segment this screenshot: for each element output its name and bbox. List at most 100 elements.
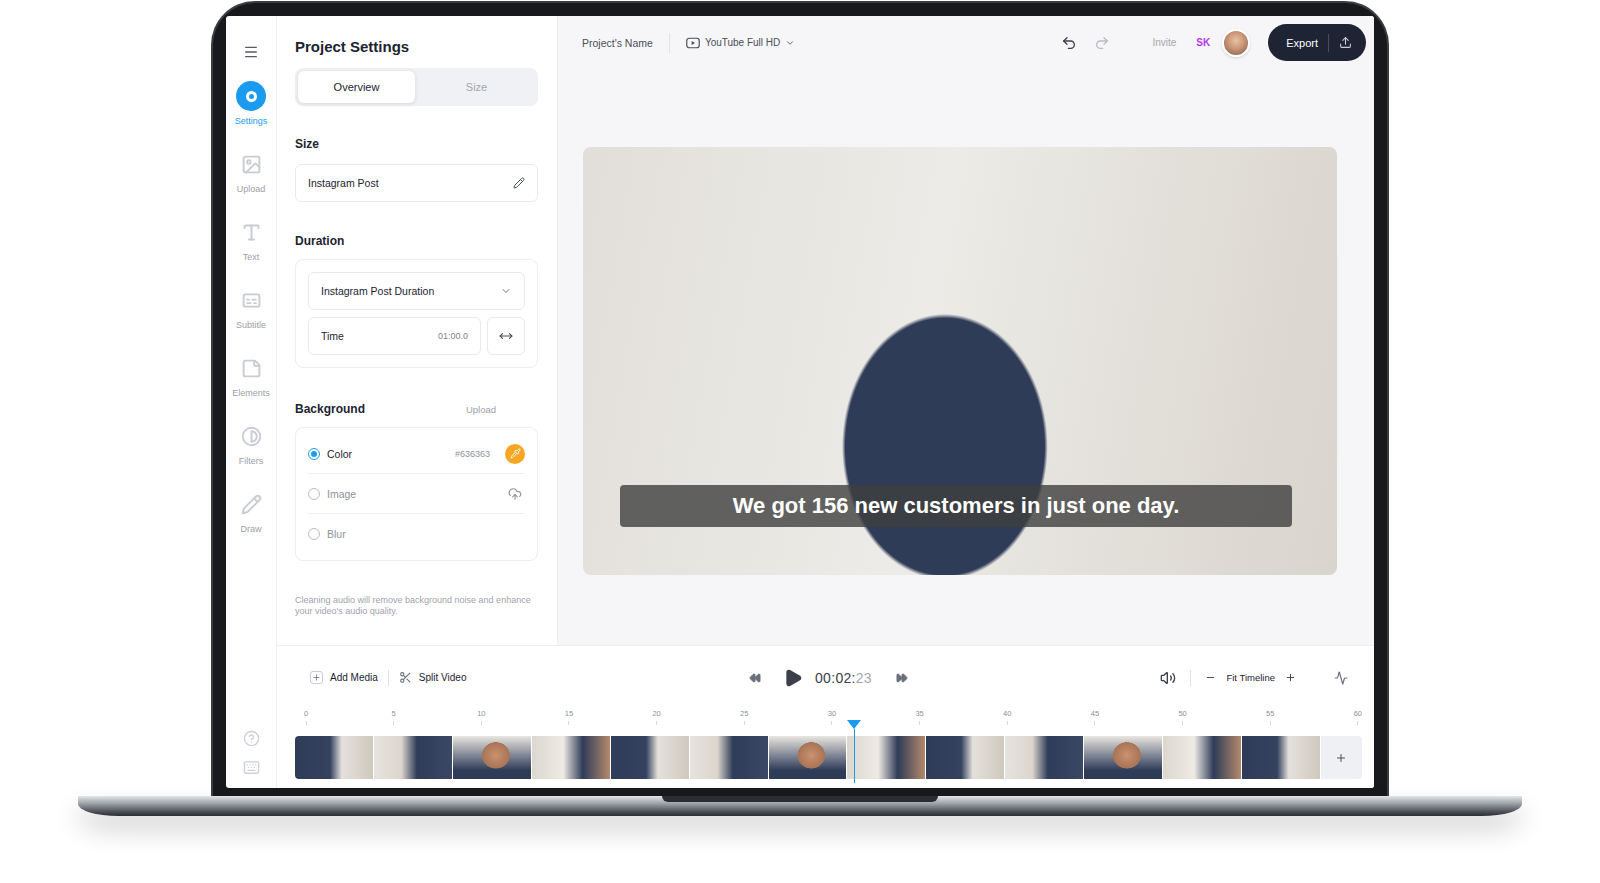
- clip-thumbnail[interactable]: [1163, 736, 1242, 779]
- play-button[interactable]: [783, 668, 803, 688]
- rewind-button[interactable]: [749, 672, 761, 684]
- time-field[interactable]: Time01:00.0: [308, 317, 481, 355]
- sidebar-item[interactable]: Upload: [226, 149, 276, 195]
- keyboard-icon[interactable]: [243, 759, 260, 776]
- project-name[interactable]: Project's Name: [582, 37, 653, 49]
- minus-icon[interactable]: [1205, 672, 1216, 683]
- upload-icon[interactable]: [241, 154, 262, 175]
- plus-icon[interactable]: [1335, 752, 1347, 764]
- settings-tab[interactable]: Size: [418, 71, 535, 103]
- clip-thumbnail[interactable]: [769, 736, 848, 779]
- clip-thumbnail[interactable]: [611, 736, 690, 779]
- split-video-button[interactable]: Split Video: [399, 671, 467, 684]
- sidebar-item[interactable]: Draw: [226, 489, 276, 535]
- fast-forward-icon[interactable]: [896, 672, 908, 684]
- clip-thumbnail[interactable]: [532, 736, 611, 779]
- settings-tab[interactable]: Overview: [298, 71, 415, 103]
- upload-icon[interactable]: [1339, 36, 1352, 49]
- clip-thumbnail[interactable]: [690, 736, 769, 779]
- playhead-handle[interactable]: [847, 720, 861, 729]
- draw-icon[interactable]: [241, 494, 262, 515]
- tick-label: 35: [915, 709, 923, 718]
- zoom-out-button[interactable]: [1205, 672, 1216, 683]
- time-frames: 23: [856, 670, 872, 686]
- clip-thumbnail[interactable]: [1242, 736, 1321, 779]
- top-bar: Project's NameYouTube Full HDInviteSKExp…: [558, 16, 1374, 69]
- format-label: YouTube Full HD: [705, 37, 780, 48]
- edit-icon[interactable]: [513, 177, 525, 189]
- background-option[interactable]: Image: [308, 474, 525, 514]
- volume-icon[interactable]: [1160, 670, 1176, 686]
- settings-panel: Project SettingsOverviewSizeSizeInstagra…: [277, 16, 558, 645]
- settings-icon[interactable]: [236, 81, 266, 111]
- clip-strip[interactable]: [295, 736, 1362, 779]
- clip-thumbnail[interactable]: [926, 736, 1005, 779]
- export-button[interactable]: Export: [1268, 24, 1366, 61]
- radio-button[interactable]: [308, 528, 320, 540]
- sidebar-item[interactable]: Elements: [226, 353, 276, 399]
- text-icon[interactable]: [241, 222, 262, 243]
- clip-thumbnail[interactable]: [1084, 736, 1163, 779]
- hamburger-icon[interactable]: [243, 44, 259, 60]
- undo-button[interactable]: [1061, 35, 1077, 51]
- filters-icon[interactable]: [241, 426, 262, 447]
- clip-thumbnail[interactable]: [847, 736, 926, 779]
- plus-icon[interactable]: [1285, 672, 1296, 683]
- subtitle-overlay[interactable]: We got 156 new customers in just one day…: [620, 485, 1292, 527]
- format-picker[interactable]: YouTube Full HD: [686, 37, 795, 49]
- sidebar-label: Filters: [239, 456, 264, 467]
- stretch-button[interactable]: [487, 317, 525, 355]
- chevron-down-icon[interactable]: [785, 38, 795, 48]
- waveform-icon[interactable]: [1334, 671, 1348, 685]
- help-icon[interactable]: [243, 730, 260, 747]
- add-clip-button[interactable]: [1321, 736, 1362, 779]
- menu-button[interactable]: [243, 44, 259, 60]
- redo-button[interactable]: [1094, 35, 1110, 51]
- user-avatar[interactable]: [1222, 29, 1250, 57]
- add-media-label: Add Media: [330, 672, 378, 683]
- background-label: Background: [295, 402, 365, 416]
- playback-controls: 00:02:23: [749, 668, 908, 688]
- volume-button[interactable]: [1160, 670, 1176, 686]
- color-picker-button[interactable]: [505, 444, 525, 464]
- redo-icon[interactable]: [1094, 35, 1110, 51]
- radio-button[interactable]: [308, 448, 320, 460]
- radio-button[interactable]: [308, 488, 320, 500]
- clip-thumbnail[interactable]: [453, 736, 532, 779]
- sidebar-item[interactable]: Subtitle: [226, 285, 276, 331]
- size-field[interactable]: Instagram Post: [295, 164, 538, 202]
- clip-thumbnail[interactable]: [295, 736, 374, 779]
- scissors-icon[interactable]: [399, 671, 412, 684]
- waveform-button[interactable]: [1334, 671, 1348, 685]
- sidebar-icon-box: [236, 217, 266, 247]
- chevron-down-icon[interactable]: [500, 285, 512, 297]
- background-option[interactable]: Blur: [308, 514, 525, 554]
- sidebar-item[interactable]: Filters: [226, 421, 276, 467]
- add-media-button[interactable]: Add Media: [310, 671, 378, 684]
- sidebar-item[interactable]: Text: [226, 217, 276, 263]
- sidebar-item[interactable]: Settings: [226, 81, 276, 127]
- clip-thumbnail[interactable]: [374, 736, 453, 779]
- tick-mark: [744, 721, 745, 725]
- export-label: Export: [1286, 37, 1318, 49]
- background-card: Color#636363ImageBlur: [295, 427, 538, 561]
- subtitle-icon[interactable]: [241, 290, 262, 311]
- invite-button[interactable]: Invite: [1152, 37, 1176, 48]
- main-area: Project's NameYouTube Full HDInviteSKExp…: [558, 16, 1374, 645]
- rewind-icon[interactable]: [749, 672, 761, 684]
- clip-thumbnail[interactable]: [1005, 736, 1084, 779]
- plus-icon[interactable]: [312, 673, 321, 682]
- undo-icon[interactable]: [1061, 35, 1077, 51]
- background-option[interactable]: Color#636363: [308, 434, 525, 474]
- play-icon[interactable]: [783, 668, 803, 688]
- arrows-horizontal-icon[interactable]: [499, 329, 513, 343]
- elements-icon[interactable]: [241, 358, 262, 379]
- cloud-upload-icon[interactable]: [508, 487, 522, 501]
- duration-dropdown[interactable]: Instagram Post Duration: [308, 272, 525, 310]
- image-upload[interactable]: [508, 487, 522, 501]
- forward-button[interactable]: [896, 672, 908, 684]
- upload-link[interactable]: Upload: [466, 404, 496, 415]
- pipette-icon[interactable]: [510, 448, 521, 459]
- zoom-in-button[interactable]: [1285, 672, 1296, 683]
- playhead[interactable]: [847, 720, 861, 783]
